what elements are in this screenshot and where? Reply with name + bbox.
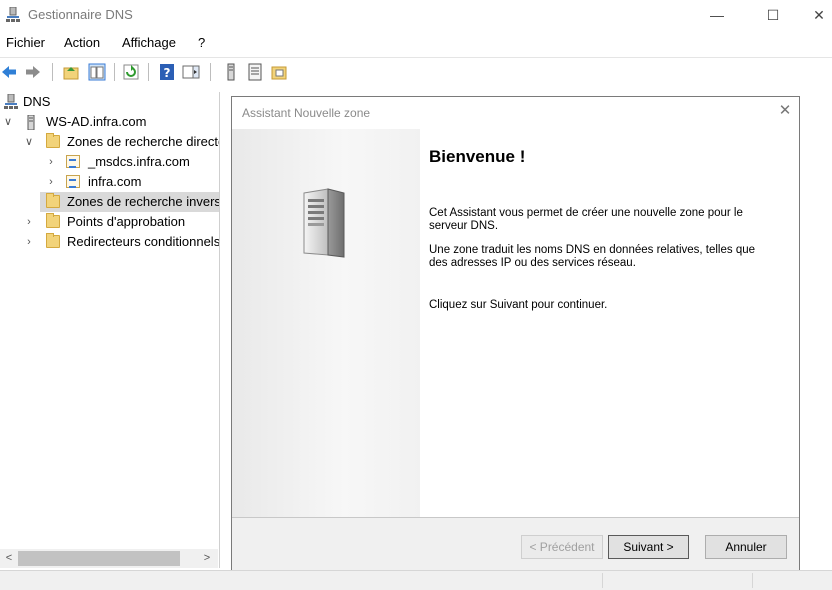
dialog-close-icon[interactable]: ✕ xyxy=(776,102,794,120)
window-title: Gestionnaire DNS xyxy=(28,7,133,22)
wizard-heading: Bienvenue ! xyxy=(429,147,526,166)
console-tree: DNS ∨ WS-AD.infra.com ∨ Zones de recherc… xyxy=(0,92,220,568)
toolbar-separator xyxy=(148,63,149,81)
tree-item-forward-zones[interactable]: ∨ Zones de recherche directe xyxy=(0,132,219,152)
wizard-paragraph-description: Une zone traduit les noms DNS en données… xyxy=(429,244,756,269)
new-zone-wizard-dialog: Assistant Nouvelle zone ✕ Bienvenue ! Ce… xyxy=(231,96,800,570)
previous-button[interactable]: < Précédent xyxy=(521,535,603,559)
folder-icon xyxy=(46,133,60,148)
tree-item-trust-points[interactable]: › Points d'approbation xyxy=(0,212,219,232)
tree-item-zone-infra[interactable]: › infra.com xyxy=(0,172,219,192)
wizard-paragraph-continue: Cliquez sur Suivant pour continuer. xyxy=(429,299,608,311)
wizard-banner xyxy=(232,129,420,517)
tree-label: Zones de recherche directe xyxy=(67,134,220,149)
show-hide-tree-icon[interactable] xyxy=(88,63,106,81)
folder-icon xyxy=(46,213,60,228)
svg-text:?: ? xyxy=(164,66,171,80)
wizard-footer: < Précédent Suivant > Annuler xyxy=(232,517,799,570)
dns-app-icon xyxy=(6,7,20,22)
tree-horizontal-scrollbar[interactable]: < > xyxy=(0,549,218,568)
tree-label: infra.com xyxy=(88,174,142,189)
tree-label: WS-AD.infra.com xyxy=(46,114,147,129)
chevron-right-icon[interactable]: › xyxy=(46,152,56,172)
server-icon xyxy=(27,115,35,130)
action-pane-icon[interactable] xyxy=(182,63,200,81)
wizard-paragraph-intro: Cet Assistant vous permet de créer une n… xyxy=(429,207,743,232)
server-icon[interactable] xyxy=(222,63,240,81)
toolbar: ? xyxy=(0,57,832,86)
chevron-right-icon[interactable]: › xyxy=(24,212,34,232)
zone-icon xyxy=(66,155,80,168)
server-tower-icon xyxy=(303,188,345,258)
folder-icon[interactable] xyxy=(270,63,288,81)
tree-item-conditional-forwarders[interactable]: › Redirecteurs conditionnels xyxy=(0,232,219,252)
tree-item-reverse-zones[interactable]: Zones de recherche inversée xyxy=(40,192,219,212)
tree-item-server[interactable]: ∨ WS-AD.infra.com xyxy=(0,112,219,132)
menu-fichier[interactable]: Fichier xyxy=(6,35,45,50)
status-cell xyxy=(752,573,832,588)
minimize-button[interactable]: — xyxy=(694,0,740,30)
title-bar: Gestionnaire DNS — ☐ ✕ xyxy=(0,0,832,30)
toolbar-separator xyxy=(114,63,115,81)
tree-item-zone-msdcs[interactable]: › _msdcs.infra.com xyxy=(0,152,219,172)
folder-icon xyxy=(46,193,60,208)
tree-label: Zones de recherche inversée xyxy=(67,194,220,209)
scroll-left-icon[interactable]: < xyxy=(0,549,18,568)
menu-help[interactable]: ? xyxy=(198,35,205,50)
toolbar-separator xyxy=(210,63,211,81)
close-button[interactable]: ✕ xyxy=(806,0,832,30)
list-icon[interactable] xyxy=(246,63,264,81)
scroll-thumb[interactable] xyxy=(18,551,180,566)
scroll-right-icon[interactable]: > xyxy=(198,549,216,568)
status-bar xyxy=(0,570,832,590)
tree-label: Redirecteurs conditionnels xyxy=(67,234,220,249)
tree-item-dns[interactable]: DNS xyxy=(0,92,219,112)
tree-label: DNS xyxy=(23,94,51,109)
dialog-title: Assistant Nouvelle zone xyxy=(242,106,371,120)
folder-icon xyxy=(46,233,60,248)
chevron-down-icon[interactable]: ∨ xyxy=(24,132,34,152)
refresh-icon[interactable] xyxy=(122,63,140,81)
tree-label: Points d'approbation xyxy=(67,214,186,229)
tree-label: _msdcs.infra.com xyxy=(88,154,190,169)
forward-arrow-icon[interactable] xyxy=(24,63,42,81)
help-icon[interactable]: ? xyxy=(158,63,176,81)
menu-bar: Fichier Action Affichage ? xyxy=(0,32,832,54)
zone-icon xyxy=(66,175,80,188)
toolbar-separator xyxy=(52,63,53,81)
chevron-right-icon[interactable]: › xyxy=(46,172,56,192)
menu-action[interactable]: Action xyxy=(64,35,100,50)
dns-icon xyxy=(4,94,18,109)
up-folder-icon[interactable] xyxy=(62,63,80,81)
menu-affichage[interactable]: Affichage xyxy=(122,35,176,50)
back-arrow-icon[interactable] xyxy=(0,63,18,81)
chevron-down-icon[interactable]: ∨ xyxy=(3,112,13,132)
status-cell xyxy=(602,573,753,588)
maximize-button[interactable]: ☐ xyxy=(750,0,796,30)
cancel-button[interactable]: Annuler xyxy=(705,535,787,559)
next-button[interactable]: Suivant > xyxy=(608,535,689,559)
chevron-right-icon[interactable]: › xyxy=(24,232,34,252)
